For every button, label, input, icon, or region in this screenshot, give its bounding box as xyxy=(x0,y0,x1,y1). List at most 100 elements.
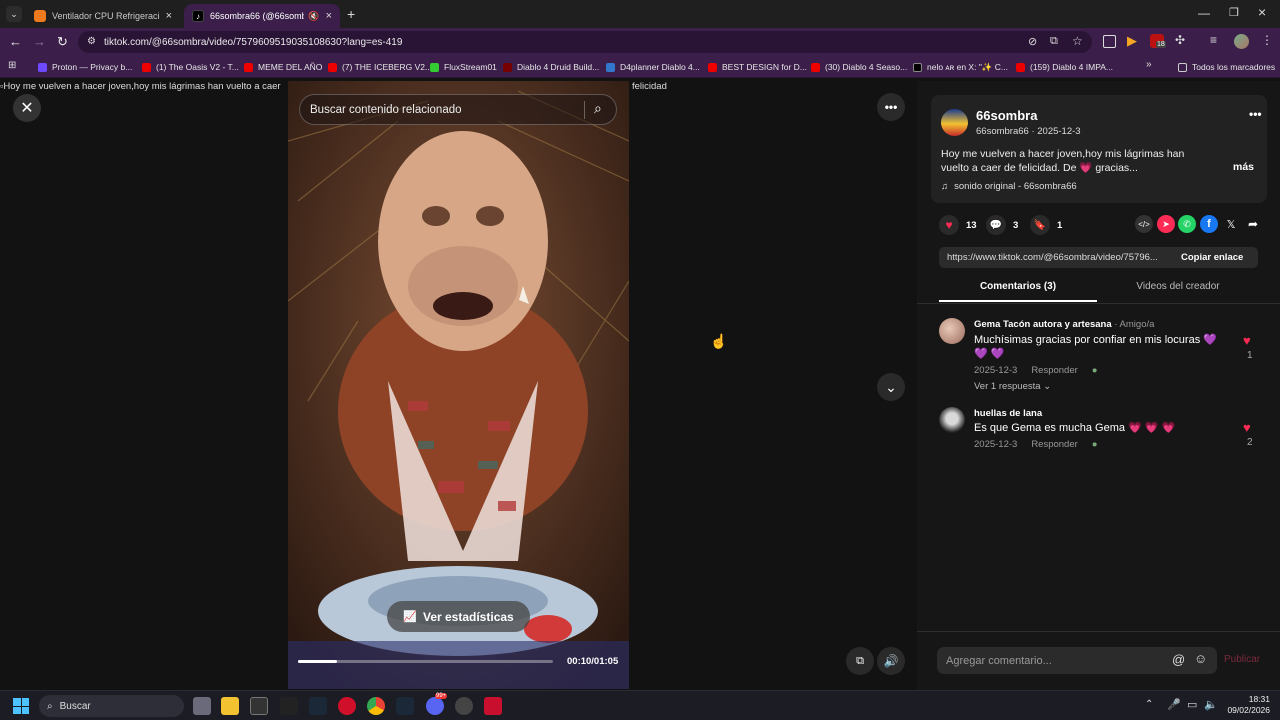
view-statistics-button[interactable]: 📈 Ver estadísticas xyxy=(387,601,530,632)
forward-button[interactable]: → xyxy=(33,34,46,49)
bookmark-iceberg[interactable]: (7) THE ICEBERG V2... xyxy=(328,60,432,74)
opera-icon[interactable] xyxy=(338,697,356,715)
commenter-avatar[interactable] xyxy=(939,407,965,433)
steam-icon[interactable] xyxy=(309,697,327,715)
file-explorer-icon[interactable] xyxy=(221,697,239,715)
taskbar-search[interactable]: ⌕ Buscar xyxy=(39,695,184,717)
author-avatar[interactable] xyxy=(941,109,968,136)
tray-chevron-icon[interactable]: ⌃ xyxy=(1145,699,1153,710)
extension-grid-icon[interactable] xyxy=(1103,35,1116,48)
bookmark-diablo-impa[interactable]: (159) Diablo 4 IMPA... xyxy=(1016,60,1113,74)
restore-window-button[interactable]: ❐ xyxy=(1229,6,1239,19)
x-share-icon[interactable]: 𝕏 xyxy=(1222,215,1240,233)
send-share-icon[interactable]: ➤ xyxy=(1157,215,1175,233)
comment-action[interactable]: 💬 3 xyxy=(986,215,1018,235)
publish-button[interactable]: Publicar xyxy=(1224,654,1260,665)
mention-icon[interactable]: @ xyxy=(1172,652,1185,667)
author-name[interactable]: 66sombra xyxy=(976,108,1037,123)
video-frame[interactable]: Buscar contenido relacionado ⌕ 📈 Ver est… xyxy=(288,81,629,689)
app-red-icon[interactable] xyxy=(484,697,502,715)
bookmark-diablo-druid[interactable]: Diablo 4 Druid Build... xyxy=(503,60,599,74)
bookmark-best-design[interactable]: BEST DESIGN for D... xyxy=(708,60,807,74)
next-video-button[interactable]: ⌄ xyxy=(877,373,905,401)
address-bar[interactable]: ⚙ tiktok.com/@66sombra/video/75796095190… xyxy=(78,31,1092,53)
site-info-icon[interactable]: ⚙ xyxy=(87,36,96,47)
share-link-field[interactable]: https://www.tiktok.com/@66sombra/video/7… xyxy=(939,247,1258,268)
like-action[interactable]: ♥ 13 xyxy=(939,215,977,235)
comment-like-icon[interactable]: ♥ xyxy=(1243,333,1251,348)
close-viewer-button[interactable]: ✕ xyxy=(13,94,41,122)
bookmark-diablo-season[interactable]: (30) Diablo 4 Seaso... xyxy=(811,60,907,74)
more-options-button[interactable]: ••• xyxy=(877,93,905,121)
fluxstream-icon xyxy=(430,62,439,72)
post-more-options-icon[interactable]: ••• xyxy=(1249,107,1262,121)
facebook-icon[interactable]: f xyxy=(1200,215,1218,233)
speaker-icon[interactable]: 🔈 xyxy=(1204,698,1218,711)
bookmark-oasis[interactable]: (1) The Oasis V2 - T... xyxy=(142,60,239,74)
close-tab-icon[interactable]: × xyxy=(166,10,172,22)
all-bookmarks-folder[interactable]: Todos los marcadores xyxy=(1178,60,1275,74)
task-view-icon[interactable] xyxy=(193,697,211,715)
install-app-icon[interactable]: ⧉ xyxy=(1050,35,1058,48)
back-button[interactable]: ← xyxy=(9,34,22,49)
commenter-avatar[interactable] xyxy=(939,318,965,344)
more-description-button[interactable]: más xyxy=(1233,161,1254,173)
close-window-button[interactable]: × xyxy=(1258,4,1266,20)
tab-tiktok[interactable]: ♪ 66sombra66 (@66sombra) | 🔇 × xyxy=(184,4,340,28)
tab-creator-videos[interactable]: Videos del creador xyxy=(1099,281,1257,302)
close-icon: ✕ xyxy=(20,100,34,117)
minimize-window-button[interactable]: — xyxy=(1198,6,1210,20)
share-arrow-icon[interactable]: ➦ xyxy=(1244,215,1262,233)
chrome-icon[interactable] xyxy=(367,697,385,715)
comment-input[interactable]: Agregar comentario... @ ☺ xyxy=(937,647,1217,674)
bookmark-nelo-x[interactable]: nelo ᴀʀ en X: "✨ C... xyxy=(913,60,1008,74)
emoji-icon[interactable]: ☺ xyxy=(1194,651,1207,666)
close-tab-icon[interactable]: × xyxy=(326,10,332,22)
search-icon[interactable]: ⌕ xyxy=(594,100,602,117)
eye-off-icon[interactable]: ⊘ xyxy=(1028,35,1037,48)
sound-link[interactable]: ♫ sonido original - 66sombra66 xyxy=(941,181,1077,192)
epic-games-icon[interactable] xyxy=(250,697,268,715)
tab-comments[interactable]: Comentarios (3) xyxy=(939,281,1097,302)
bookmark-star-icon[interactable]: ☆ xyxy=(1072,34,1083,48)
steam-icon-2[interactable] xyxy=(396,697,414,715)
windows-start-icon[interactable] xyxy=(13,698,29,714)
video-progress-bar[interactable] xyxy=(298,660,553,663)
network-icon[interactable]: ▭ xyxy=(1187,698,1197,711)
save-action[interactable]: 🔖 1 xyxy=(1030,215,1062,235)
reply-button[interactable]: Responder xyxy=(1031,365,1077,376)
floating-player-button[interactable]: ⧉ xyxy=(846,647,874,675)
copy-link-button[interactable]: Copiar enlace xyxy=(1181,252,1243,263)
comment-like-icon[interactable]: ♥ xyxy=(1243,420,1251,435)
volume-button[interactable]: 🔊 xyxy=(877,647,905,675)
new-tab-button[interactable]: + xyxy=(347,6,355,22)
play-extension-icon[interactable]: ▶ xyxy=(1127,33,1137,49)
browser-menu-icon[interactable]: ⋮ xyxy=(1261,33,1273,47)
adblock-extension-icon[interactable]: 18 xyxy=(1150,34,1166,48)
app-icon[interactable] xyxy=(280,697,298,715)
media-controls-icon[interactable]: ≡ xyxy=(1210,33,1217,47)
whatsapp-icon[interactable]: ✆ xyxy=(1178,215,1196,233)
more-bookmarks-icon[interactable]: » xyxy=(1146,59,1152,70)
bookmark-d4planner[interactable]: D4planner Diablo 4... xyxy=(606,60,700,74)
bookmark-fluxstream[interactable]: FluxStream01 xyxy=(430,60,497,74)
commenter-name[interactable]: huellas de lana xyxy=(974,408,1042,419)
obs-icon[interactable] xyxy=(455,697,473,715)
view-replies-button[interactable]: Ver 1 respuesta ⌄ xyxy=(974,381,1051,392)
taskbar-clock[interactable]: 18:31 09/02/2026 xyxy=(1226,694,1270,716)
tab-ventilador[interactable]: Ventilador CPU Refrigeración A × xyxy=(26,4,180,28)
extensions-puzzle-icon[interactable]: ✣ xyxy=(1175,33,1185,47)
bookmark-meme[interactable]: MEME DEL AÑO xyxy=(244,60,322,74)
commenter-name[interactable]: Gema Tacón autora y artesana xyxy=(974,319,1112,330)
tab-search-button[interactable]: ⌄ xyxy=(6,6,22,22)
embed-code-icon[interactable]: </> xyxy=(1135,215,1153,233)
microphone-icon[interactable]: 🎤 xyxy=(1167,698,1181,711)
related-search-input[interactable]: Buscar contenido relacionado ⌕ xyxy=(299,94,617,125)
profile-avatar[interactable] xyxy=(1234,34,1249,49)
discord-icon[interactable]: 99+ xyxy=(426,693,448,715)
reload-button[interactable]: ↻ xyxy=(57,34,68,50)
bookmark-proton[interactable]: Proton — Privacy b... xyxy=(38,60,132,74)
apps-grid-icon[interactable]: ⊞ xyxy=(8,60,16,71)
muted-audio-icon[interactable]: 🔇 xyxy=(308,11,319,22)
reply-button[interactable]: Responder xyxy=(1031,439,1077,450)
